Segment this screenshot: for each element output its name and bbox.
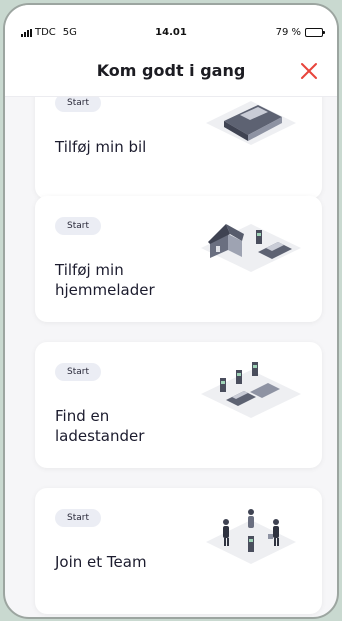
card-find-charging-station[interactable]: Start Find en ladestander	[35, 342, 322, 468]
close-button[interactable]	[299, 61, 319, 81]
card-add-home-charger[interactable]: Start Tilføj min hjemmelader	[35, 196, 322, 322]
status-bar: TDC 5G 14.01 79 %	[5, 5, 337, 45]
card-add-car[interactable]: Start Tilføj min bil	[35, 97, 322, 199]
car-illustration-icon	[206, 101, 296, 145]
status-right: 79 %	[275, 27, 325, 38]
page-title: Kom godt i gang	[96, 61, 246, 80]
charging-stations-illustration-icon	[201, 362, 301, 418]
card-join-team[interactable]: Start Join et Team	[35, 488, 322, 614]
close-icon	[301, 63, 317, 79]
team-illustration-icon	[206, 509, 296, 564]
start-badge: Start	[55, 509, 101, 527]
start-badge: Start	[55, 97, 101, 112]
card-title: Tilføj min bil	[55, 138, 147, 156]
card-title: Tilføj min hjemmelader	[55, 261, 155, 299]
card-list: Start Tilføj min bil Start Tilføj min hj…	[5, 97, 337, 617]
phone-screen: TDC 5G 14.01 79 % Kom godt i gang Start …	[3, 3, 339, 619]
start-badge: Start	[55, 217, 101, 235]
card-title: Find en ladestander	[55, 407, 145, 445]
nav-header: Kom godt i gang	[5, 45, 337, 97]
battery-icon	[305, 28, 325, 37]
home-charger-illustration-icon	[201, 224, 301, 272]
battery-label: 79 %	[275, 27, 301, 38]
card-title: Join et Team	[55, 553, 147, 571]
start-badge: Start	[55, 363, 101, 381]
